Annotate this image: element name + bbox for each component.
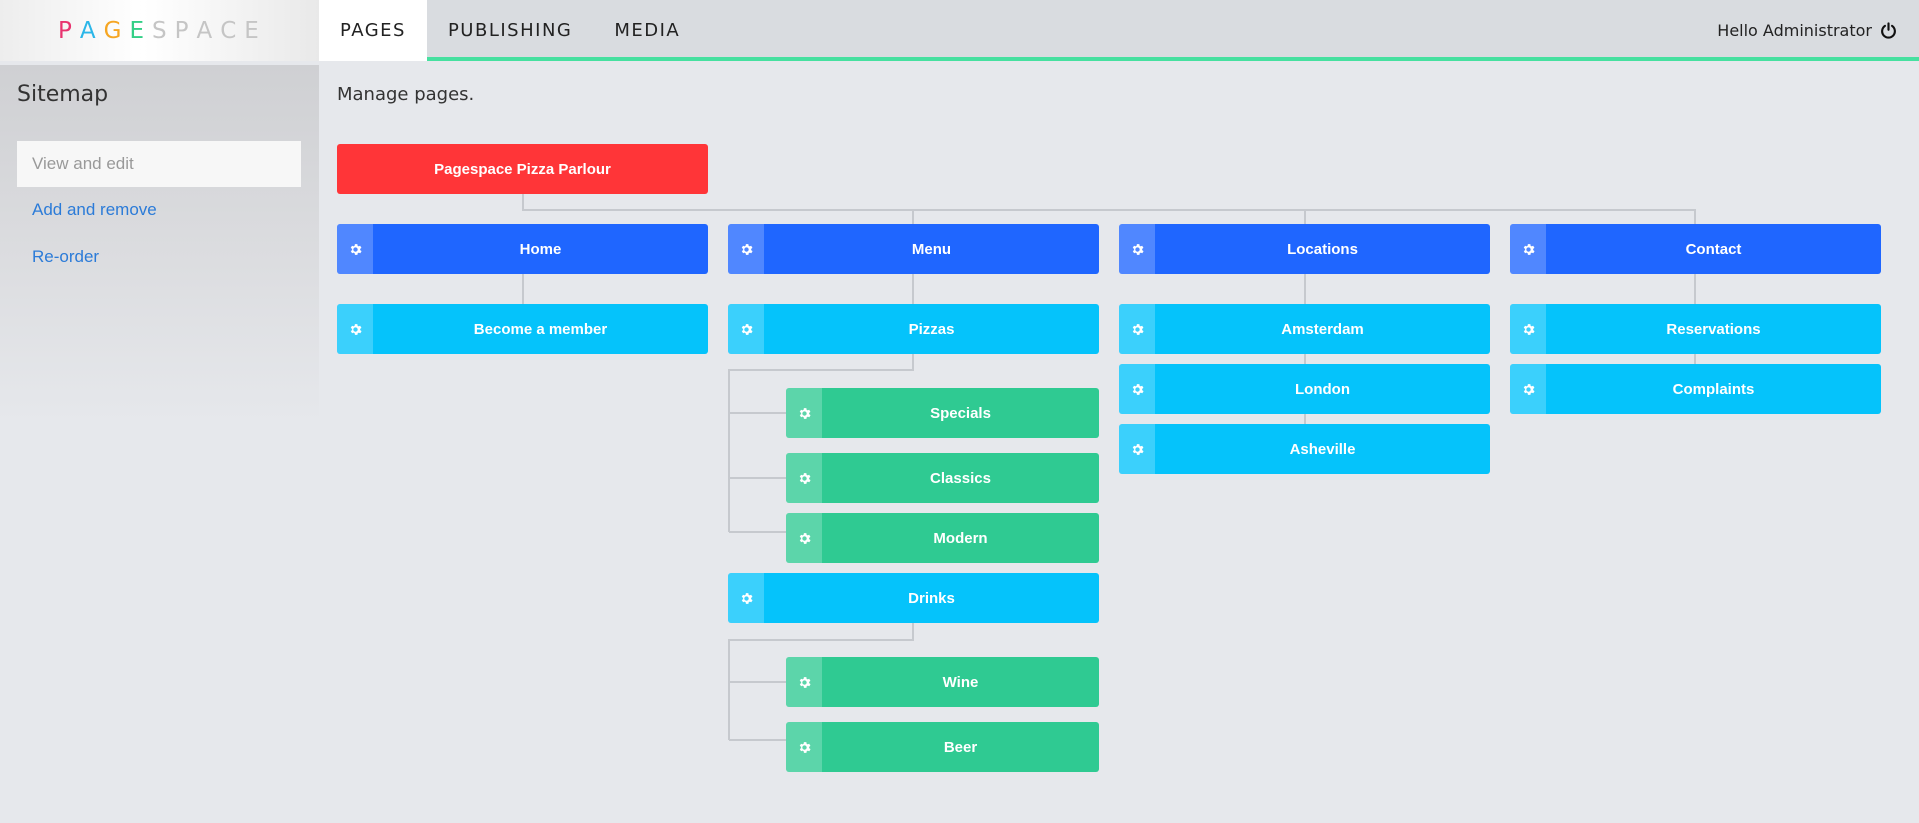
tree-node-label: Menu xyxy=(911,240,952,258)
sidebar-title: Sitemap xyxy=(17,82,109,107)
tree-node-wine[interactable]: Wine xyxy=(786,657,1099,707)
gear-icon[interactable] xyxy=(786,453,822,503)
tree-node-complaints[interactable]: Complaints xyxy=(1510,364,1881,414)
logo-letter: E xyxy=(129,17,152,44)
gear-icon[interactable] xyxy=(786,722,822,772)
gear-icon[interactable] xyxy=(1510,304,1546,354)
tree-node-reservations[interactable]: Reservations xyxy=(1510,304,1881,354)
tree-node-beer[interactable]: Beer xyxy=(786,722,1099,772)
sidebar-link-add-and-remove[interactable]: Add and remove xyxy=(32,200,157,220)
logo-letter: G xyxy=(103,17,130,44)
tree-node-classics[interactable]: Classics xyxy=(786,453,1099,503)
tree-node-home[interactable]: Home xyxy=(337,224,708,274)
sidebar-link-re-order[interactable]: Re-order xyxy=(32,247,99,267)
sidebar-item-view-and-edit[interactable]: View and edit xyxy=(17,141,301,187)
tree-node-asheville[interactable]: Asheville xyxy=(1119,424,1490,474)
tree-node-label: Complaints xyxy=(1672,380,1755,398)
nav-tab-pages[interactable]: PAGES xyxy=(319,0,427,61)
gear-icon[interactable] xyxy=(1510,224,1546,274)
logo-letter: P xyxy=(174,17,197,44)
tree-node-label: Contact xyxy=(1685,240,1742,258)
tree-node-drinks[interactable]: Drinks xyxy=(728,573,1099,623)
gear-icon[interactable] xyxy=(728,224,764,274)
logo-letter: A xyxy=(79,17,104,44)
tree-node-menu[interactable]: Menu xyxy=(728,224,1099,274)
tree-node-label: Classics xyxy=(930,469,991,487)
user-menu[interactable]: Hello Administrator xyxy=(1717,0,1897,61)
tree-node-specials[interactable]: Specials xyxy=(786,388,1099,438)
tree-node-label: Reservations xyxy=(1666,320,1761,338)
gear-icon[interactable] xyxy=(728,573,764,623)
nav-tab-media[interactable]: MEDIA xyxy=(593,0,701,61)
main-nav: PAGES PUBLISHING MEDIA xyxy=(319,0,701,61)
tree-node-london[interactable]: London xyxy=(1119,364,1490,414)
tree-node-label: Asheville xyxy=(1289,440,1356,458)
power-icon[interactable] xyxy=(1880,22,1897,39)
tree-node-amsterdam[interactable]: Amsterdam xyxy=(1119,304,1490,354)
gear-icon[interactable] xyxy=(728,304,764,354)
gear-icon[interactable] xyxy=(786,657,822,707)
tree-node-label: Pagespace Pizza Parlour xyxy=(434,160,611,178)
logo-letter: S xyxy=(151,17,175,44)
tree-node-locations[interactable]: Locations xyxy=(1119,224,1490,274)
top-navbar: P A G E S P A C E PAGES PUBLISHING MEDIA… xyxy=(0,0,1919,61)
tree-node-label: Beer xyxy=(943,738,978,756)
tree-node-label: Locations xyxy=(1287,240,1358,258)
tree-node-modern[interactable]: Modern xyxy=(786,513,1099,563)
gear-icon[interactable] xyxy=(786,513,822,563)
tree-node-root[interactable]: Pagespace Pizza Parlour xyxy=(337,144,708,194)
logo-letter: C xyxy=(220,17,245,44)
gear-icon[interactable] xyxy=(337,304,373,354)
tree-node-label: Become a member xyxy=(473,320,608,338)
user-greeting: Hello Administrator xyxy=(1717,21,1872,40)
tree-node-label: Specials xyxy=(930,404,991,422)
logo-letter: A xyxy=(196,17,221,44)
logo-letter: P xyxy=(58,17,80,44)
tree-node-contact[interactable]: Contact xyxy=(1510,224,1881,274)
tree-node-label: Modern xyxy=(933,529,988,547)
tree-node-label: Drinks xyxy=(908,589,955,607)
sidebar: Sitemap View and edit Add and remove Re-… xyxy=(0,65,319,425)
tree-node-label: London xyxy=(1295,380,1350,398)
gear-icon[interactable] xyxy=(1119,224,1155,274)
gear-icon[interactable] xyxy=(1510,364,1546,414)
tree-node-label: Wine xyxy=(942,673,979,691)
pagespace-logo[interactable]: P A G E S P A C E xyxy=(0,0,319,61)
nav-tab-publishing[interactable]: PUBLISHING xyxy=(427,0,593,61)
gear-icon[interactable] xyxy=(1119,424,1155,474)
tree-node-label: Amsterdam xyxy=(1281,320,1364,338)
logo-letter: E xyxy=(244,17,267,44)
tree-node-pizzas[interactable]: Pizzas xyxy=(728,304,1099,354)
tree-node-label: Home xyxy=(519,240,562,258)
page-title: Manage pages. xyxy=(337,84,475,105)
tree-node-become-a-member[interactable]: Become a member xyxy=(337,304,708,354)
gear-icon[interactable] xyxy=(1119,304,1155,354)
tree-node-label: Pizzas xyxy=(908,320,955,338)
gear-icon[interactable] xyxy=(786,388,822,438)
gear-icon[interactable] xyxy=(1119,364,1155,414)
gear-icon[interactable] xyxy=(337,224,373,274)
